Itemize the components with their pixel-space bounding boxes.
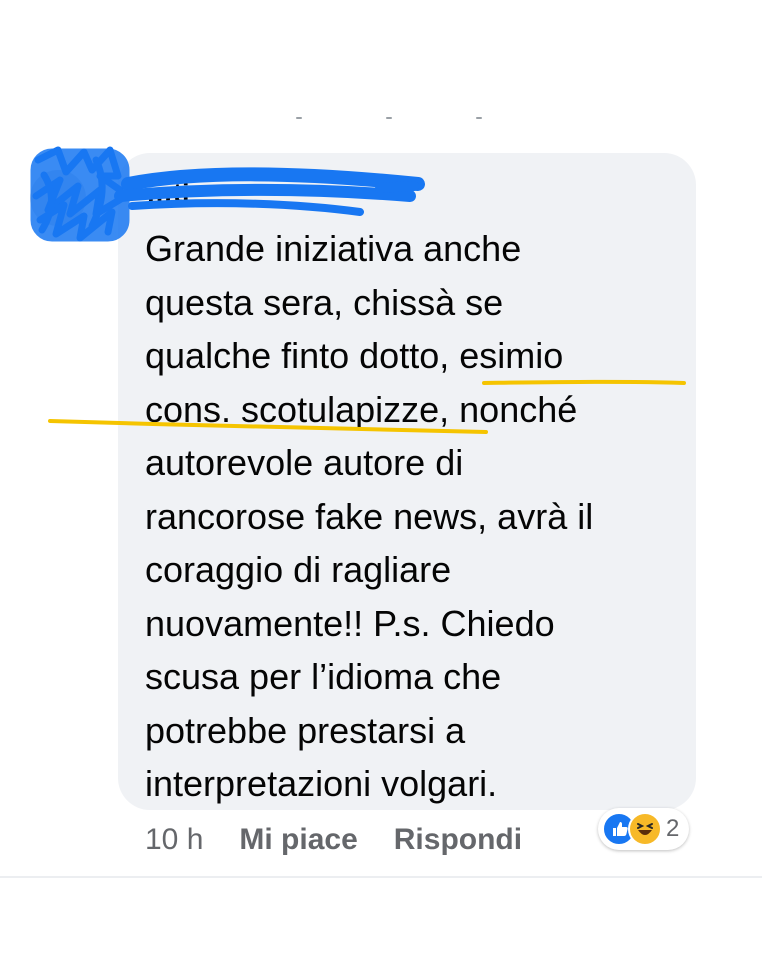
section-divider: [0, 876, 762, 878]
comment-timestamp[interactable]: 10 h: [145, 823, 203, 857]
comment-line: interpretazioni volgari.: [145, 763, 498, 804]
avatar-image: [30, 170, 86, 226]
avatar[interactable]: [28, 160, 132, 234]
reply-button[interactable]: Rispondi: [394, 823, 522, 857]
like-button[interactable]: Mi piace: [239, 823, 357, 857]
post-separator-marks: [296, 117, 482, 121]
comment-line: Grande iniziativa anche: [145, 228, 522, 269]
comment-line: scusa per l’idioma che: [145, 656, 502, 697]
reaction-summary[interactable]: 2: [598, 808, 690, 850]
comment-line: qualche finto dotto, esimio: [145, 335, 564, 376]
reaction-count: 2: [666, 815, 680, 842]
comment-line: nuovamente!! P.s. Chiedo: [145, 602, 555, 644]
comment-line: rancorose fake news, avrà il: [145, 495, 594, 537]
comment-text: Grande iniziativa anche questa sera, chi…: [145, 222, 690, 811]
comment-actions: 10 h Mi piace Rispondi: [145, 818, 558, 862]
comment-line: questa sera, chissà se: [145, 281, 504, 323]
comment-line: coraggio di ragliare: [145, 549, 452, 590]
comment-line: potrebbe prestarsi a: [145, 709, 466, 751]
comment-author[interactable]: …ti: [146, 178, 190, 209]
comment-line: cons. scotulapizze, nonché: [145, 388, 578, 430]
haha-icon: [628, 812, 662, 846]
comment-line: autorevole autore di: [145, 442, 464, 483]
